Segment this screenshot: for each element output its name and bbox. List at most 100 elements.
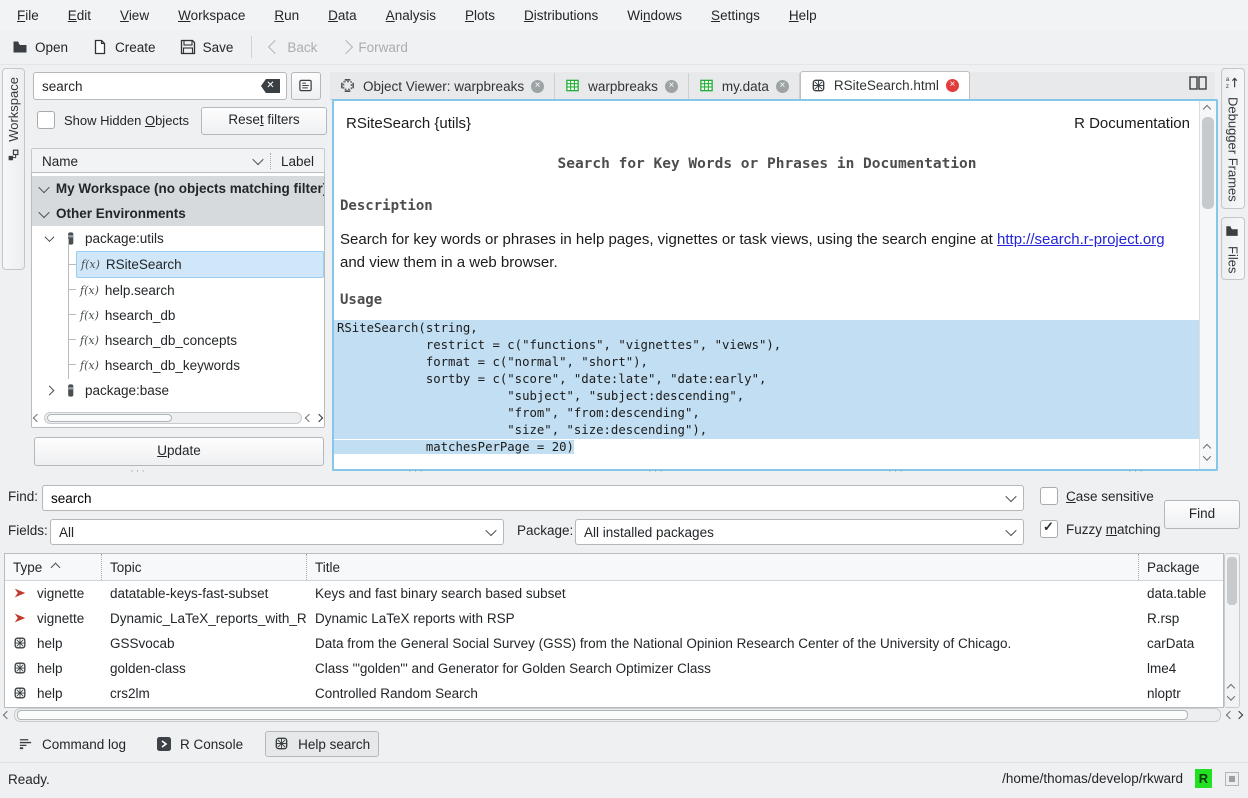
debugger-frames-dock-tab[interactable]: az Debugger Frames bbox=[1221, 68, 1245, 209]
document-vertical-scrollbar[interactable] bbox=[1199, 101, 1216, 469]
splitter-handle[interactable]: ··· bbox=[408, 465, 425, 477]
results-horizontal-scrollbar[interactable] bbox=[0, 708, 1248, 722]
usage-heading: Usage bbox=[340, 292, 1200, 308]
menu-data[interactable]: Data bbox=[328, 8, 357, 23]
result-row[interactable]: help golden-class Class '"golden"' and G… bbox=[5, 656, 1223, 681]
show-hidden-checkbox[interactable] bbox=[37, 111, 55, 129]
tree-section-other-environments[interactable]: Other Environments bbox=[32, 201, 324, 226]
tab-my-data[interactable]: my.data × bbox=[689, 73, 800, 99]
expander-icon[interactable] bbox=[38, 206, 49, 217]
search-r-project-link[interactable]: http://search.r-project.org bbox=[997, 231, 1165, 248]
toolbar-separator bbox=[251, 36, 252, 58]
menu-settings[interactable]: Settings bbox=[711, 8, 760, 23]
svg-text:a: a bbox=[1226, 76, 1230, 83]
scroll-right-icon[interactable] bbox=[1235, 711, 1243, 719]
result-row[interactable]: vignette datatable-keys-fast-subset Keys… bbox=[5, 581, 1223, 606]
debugger-frames-label: Debugger Frames bbox=[1226, 97, 1241, 202]
tree-item-help-search[interactable]: f(x) help.search bbox=[32, 278, 324, 303]
fuzzy-matching-label: Fuzzy matching bbox=[1066, 522, 1161, 537]
scroll-left-icon[interactable] bbox=[1226, 711, 1234, 719]
menu-edit[interactable]: Edit bbox=[68, 8, 91, 23]
menu-analysis[interactable]: Analysis bbox=[386, 8, 436, 23]
open-button[interactable]: Open bbox=[0, 32, 80, 62]
expander-icon[interactable] bbox=[45, 386, 55, 396]
package-icon bbox=[63, 231, 79, 247]
workspace-search-input[interactable] bbox=[34, 79, 261, 94]
usage-code-block[interactable]: RSiteSearch(string, restrict = c("functi… bbox=[334, 320, 1200, 456]
tree-item-rsitesearch[interactable]: f(x) RSiteSearch bbox=[76, 251, 324, 278]
find-input[interactable] bbox=[43, 490, 1007, 507]
command-log-tab[interactable]: Command log bbox=[10, 732, 134, 756]
back-button[interactable]: Back bbox=[258, 32, 329, 62]
result-row[interactable]: help crs2lm Controlled Random Search nlo… bbox=[5, 681, 1223, 706]
expander-icon[interactable] bbox=[45, 232, 55, 242]
splitter-handle[interactable]: ··· bbox=[1128, 465, 1145, 477]
package-combobox[interactable]: All installed packages bbox=[575, 519, 1024, 545]
scrollbar-thumb[interactable] bbox=[1227, 557, 1237, 605]
save-button[interactable]: Save bbox=[168, 32, 246, 62]
tree-horizontal-scrollbar[interactable] bbox=[34, 412, 322, 424]
tab-warpbreaks[interactable]: warpbreaks × bbox=[555, 73, 689, 99]
column-title[interactable]: Title bbox=[307, 554, 1139, 580]
statusbar: Ready. /home/thomas/develop/rkward R bbox=[0, 762, 1248, 798]
menu-help[interactable]: Help bbox=[789, 8, 817, 23]
interrupt-r-icon[interactable] bbox=[1224, 771, 1240, 787]
tree-item-package-utils[interactable]: package:utils bbox=[32, 226, 324, 251]
help-search-tab[interactable]: Help search bbox=[265, 731, 379, 757]
fields-combobox[interactable]: All bbox=[50, 519, 504, 545]
menu-run[interactable]: Run bbox=[274, 8, 299, 23]
scroll-left-icon[interactable] bbox=[305, 414, 313, 422]
result-row[interactable]: help GSSvocab Data from the General Soci… bbox=[5, 631, 1223, 656]
update-button[interactable]: Update bbox=[34, 437, 324, 466]
data-table-icon bbox=[699, 78, 715, 94]
menu-plots[interactable]: Plots bbox=[465, 8, 495, 23]
clear-search-icon[interactable]: ✕ bbox=[261, 79, 280, 93]
tree-item-hsearch-db-keywords[interactable]: f(x) hsearch_db_keywords bbox=[32, 353, 324, 378]
find-combobox[interactable] bbox=[42, 485, 1024, 511]
splitter-handle[interactable]: ··· bbox=[888, 465, 905, 477]
result-row[interactable]: vignette Dynamic_LaTeX_reports_with_RSP … bbox=[5, 606, 1223, 631]
close-tab-icon[interactable]: × bbox=[665, 80, 678, 93]
find-button[interactable]: Find bbox=[1164, 500, 1240, 529]
split-view-icon[interactable] bbox=[1189, 76, 1207, 93]
tree-column-header[interactable]: Name Label bbox=[31, 148, 325, 174]
menu-workspace[interactable]: Workspace bbox=[178, 8, 245, 23]
reset-filters-button[interactable]: Reset filters bbox=[201, 107, 327, 135]
results-vertical-scrollbar[interactable] bbox=[1224, 553, 1240, 708]
close-tab-icon[interactable]: × bbox=[946, 79, 959, 92]
case-sensitive-row: Case sensitive bbox=[1040, 487, 1154, 505]
tree-item-package-base[interactable]: package:base bbox=[32, 378, 324, 403]
menu-distributions[interactable]: Distributions bbox=[524, 8, 598, 23]
expander-icon[interactable] bbox=[38, 181, 49, 192]
tree-item-hsearch-db[interactable]: f(x) hsearch_db bbox=[32, 303, 324, 328]
tab-rsitesearch-html[interactable]: RSiteSearch.html × bbox=[800, 71, 970, 99]
save-icon bbox=[180, 39, 196, 55]
menu-view[interactable]: View bbox=[120, 8, 149, 23]
scroll-left-icon[interactable] bbox=[3, 711, 11, 719]
files-dock-tab[interactable]: Files bbox=[1221, 217, 1245, 280]
forward-button[interactable]: Forward bbox=[329, 32, 420, 62]
close-tab-icon[interactable]: × bbox=[531, 80, 544, 93]
tree-section-my-workspace[interactable]: My Workspace (no objects matching filter… bbox=[32, 176, 324, 201]
case-sensitive-checkbox[interactable] bbox=[1040, 487, 1058, 505]
scroll-right-icon[interactable] bbox=[315, 414, 323, 422]
splitter-handle[interactable]: ··· bbox=[130, 465, 147, 477]
function-icon: f(x) bbox=[80, 309, 99, 322]
column-type[interactable]: Type bbox=[5, 554, 102, 580]
scrollbar-thumb[interactable] bbox=[1202, 117, 1214, 209]
close-tab-icon[interactable]: × bbox=[776, 80, 789, 93]
workspace-dock-tab[interactable]: Workspace bbox=[2, 68, 25, 270]
menu-windows[interactable]: Windows bbox=[627, 8, 682, 23]
tab-object-viewer-warpbreaks[interactable]: Object Viewer: warpbreaks × bbox=[330, 73, 555, 99]
column-topic[interactable]: Topic bbox=[102, 554, 307, 580]
tree-item-hsearch-db-concepts[interactable]: f(x) hsearch_db_concepts bbox=[32, 328, 324, 353]
case-sensitive-label: Case sensitive bbox=[1066, 489, 1154, 504]
column-package[interactable]: Package bbox=[1139, 554, 1223, 580]
list-options-button[interactable] bbox=[291, 72, 321, 100]
r-console-tab[interactable]: R Console bbox=[148, 732, 251, 756]
menu-file[interactable]: File bbox=[17, 8, 39, 23]
create-button[interactable]: Create bbox=[80, 32, 168, 62]
fuzzy-matching-checkbox[interactable] bbox=[1040, 520, 1058, 538]
scroll-left-icon[interactable] bbox=[33, 414, 41, 422]
splitter-handle[interactable]: ··· bbox=[648, 465, 665, 477]
